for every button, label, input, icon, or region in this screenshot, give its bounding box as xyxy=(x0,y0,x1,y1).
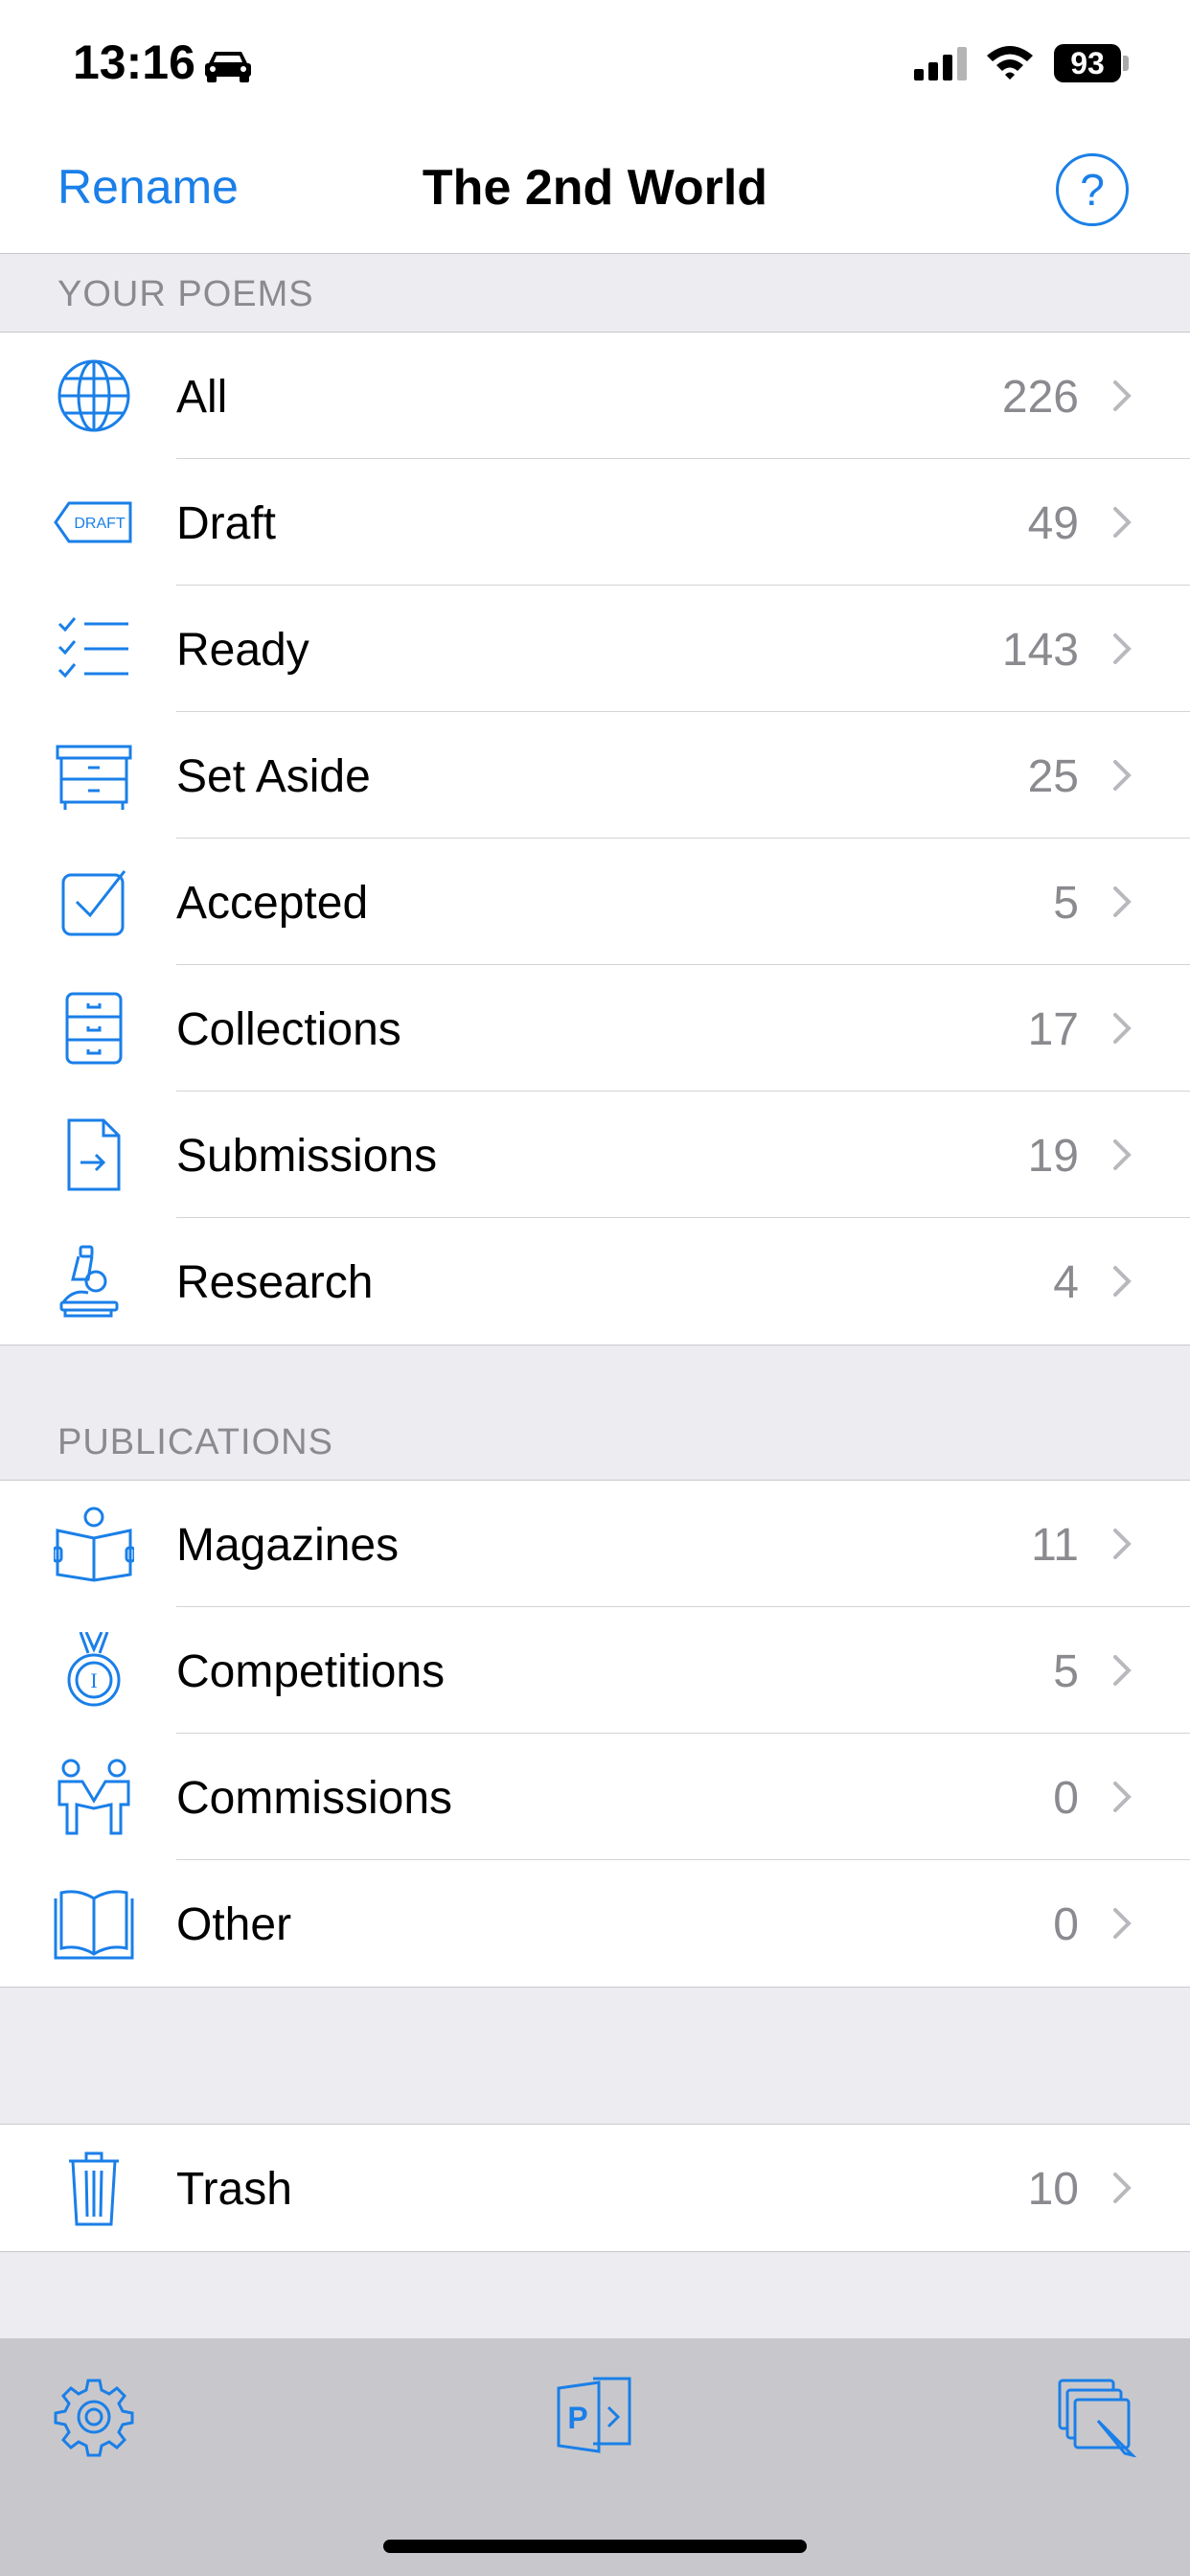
list-item-commissions[interactable]: Commissions 0 xyxy=(0,1734,1190,1860)
help-button[interactable]: ? xyxy=(1056,153,1129,226)
item-count: 11 xyxy=(1031,1520,1079,1571)
item-count: 5 xyxy=(1053,1646,1079,1697)
chevron-right-icon xyxy=(1113,633,1132,664)
car-icon xyxy=(205,52,251,82)
handshake-people-icon xyxy=(57,1759,130,1835)
chevron-right-icon xyxy=(1113,760,1132,791)
chevron-right-icon xyxy=(1113,1655,1132,1686)
chevron-right-icon xyxy=(1113,1908,1132,1939)
item-count: 0 xyxy=(1053,1773,1079,1824)
list-item-draft[interactable]: DRAFT Draft 49 xyxy=(0,459,1190,586)
draft-tag-icon: DRAFT xyxy=(54,501,132,543)
publications-group: Magazines 11 I Competitions 5 Commission… xyxy=(0,1480,1190,1988)
globe-icon xyxy=(57,359,130,432)
section-header-label: PUBLICATIONS xyxy=(57,1422,333,1462)
section-header-your-poems: YOUR POEMS xyxy=(0,253,1190,332)
draft-tag-text: DRAFT xyxy=(74,516,126,532)
list-item-all[interactable]: All 226 xyxy=(0,333,1190,459)
chevron-right-icon xyxy=(1113,1139,1132,1170)
item-count: 0 xyxy=(1053,1899,1079,1950)
item-label: Competitions xyxy=(176,1646,446,1697)
item-label: Set Aside xyxy=(176,751,371,802)
item-count: 143 xyxy=(1001,625,1079,676)
item-label: Trash xyxy=(176,2164,292,2215)
status-time: 13:16 xyxy=(73,35,195,89)
cellular-signal-icon xyxy=(914,47,967,80)
chevron-right-icon xyxy=(1113,380,1132,411)
battery-cap xyxy=(1123,56,1129,71)
trash-group: Trash 10 xyxy=(0,2124,1190,2252)
medal-icon: I xyxy=(67,1632,121,1707)
microscope-icon xyxy=(59,1245,119,1318)
item-label: Collections xyxy=(176,1004,401,1055)
list-item-other[interactable]: Other 0 xyxy=(0,1860,1190,1987)
rename-button[interactable]: Rename xyxy=(57,159,239,215)
item-count: 5 xyxy=(1053,878,1079,929)
gear-icon[interactable] xyxy=(54,2377,134,2457)
trash-icon xyxy=(69,2151,119,2226)
status-bar: 13:16 93 xyxy=(0,0,1190,134)
list-item-ready[interactable]: Ready 143 xyxy=(0,586,1190,712)
item-label: Ready xyxy=(176,625,309,676)
checkbox-icon xyxy=(61,870,126,936)
item-count: 226 xyxy=(1001,372,1079,423)
chevron-right-icon xyxy=(1113,1529,1132,1559)
item-count: 4 xyxy=(1053,1257,1079,1308)
item-label: Research xyxy=(176,1257,374,1308)
reader-icon xyxy=(54,1506,134,1582)
filing-cabinet-icon xyxy=(65,992,123,1065)
drawer-icon xyxy=(56,745,132,810)
wifi-icon xyxy=(987,46,1033,80)
home-indicator xyxy=(383,2540,807,2553)
list-item-collections[interactable]: Collections 17 xyxy=(0,965,1190,1092)
item-count: 25 xyxy=(1027,751,1079,802)
item-count: 19 xyxy=(1027,1131,1079,1182)
checklist-icon xyxy=(57,617,128,678)
open-book-icon xyxy=(54,1890,134,1960)
your-poems-group: All 226 DRAFT Draft 49 Ready 143 Set Asi… xyxy=(0,332,1190,1346)
chevron-right-icon xyxy=(1113,1013,1132,1044)
section-header-label: YOUR POEMS xyxy=(57,274,314,314)
chevron-right-icon xyxy=(1113,2173,1132,2203)
list-item-magazines[interactable]: Magazines 11 xyxy=(0,1481,1190,1607)
edit-windows-icon[interactable] xyxy=(1056,2377,1136,2457)
item-label: Commissions xyxy=(176,1773,453,1824)
list-item-competitions[interactable]: I Competitions 5 xyxy=(0,1607,1190,1734)
publish-icon[interactable]: P xyxy=(555,2377,635,2457)
chevron-right-icon xyxy=(1113,886,1132,917)
navigation-bar: Rename The 2nd World ? xyxy=(0,134,1190,254)
item-label: Accepted xyxy=(176,878,369,929)
battery-indicator: 93 xyxy=(1054,44,1121,82)
list-item-submissions[interactable]: Submissions 19 xyxy=(0,1092,1190,1218)
item-count: 17 xyxy=(1027,1004,1079,1055)
item-count: 10 xyxy=(1027,2164,1079,2215)
item-label: All xyxy=(176,372,228,423)
list-item-accepted[interactable]: Accepted 5 xyxy=(0,839,1190,965)
publish-icon-letter: P xyxy=(567,2401,587,2435)
list-item-trash[interactable]: Trash 10 xyxy=(0,2125,1190,2251)
chevron-right-icon xyxy=(1113,1266,1132,1297)
section-header-publications: PUBLICATIONS xyxy=(0,1401,1190,1480)
list-item-research[interactable]: Research 4 xyxy=(0,1218,1190,1345)
document-arrow-icon xyxy=(67,1118,121,1191)
item-count: 49 xyxy=(1027,498,1079,549)
chevron-right-icon xyxy=(1113,1782,1132,1812)
chevron-right-icon xyxy=(1113,507,1132,538)
medal-text: I xyxy=(90,1668,97,1692)
item-label: Other xyxy=(176,1899,292,1950)
item-label: Submissions xyxy=(176,1131,438,1182)
list-item-set-aside[interactable]: Set Aside 25 xyxy=(0,712,1190,839)
item-label: Draft xyxy=(176,498,277,549)
item-label: Magazines xyxy=(176,1520,400,1571)
